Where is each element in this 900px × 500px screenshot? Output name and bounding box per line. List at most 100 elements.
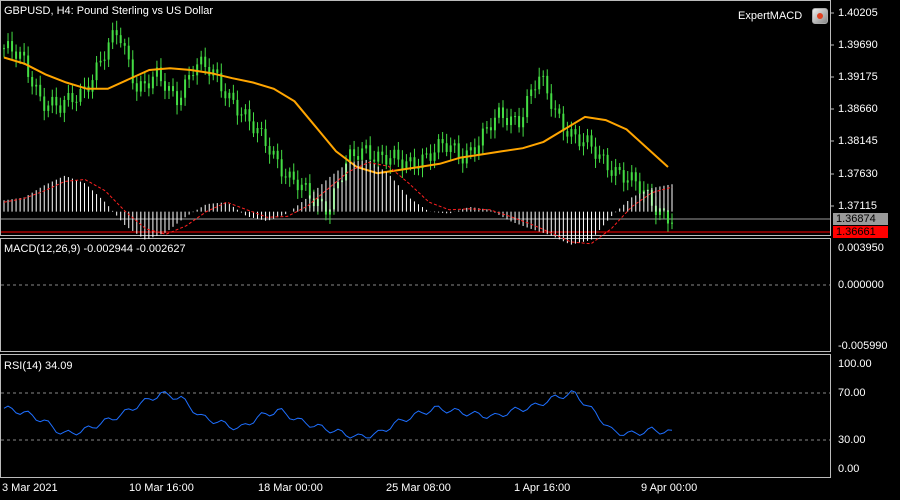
candle-body (163, 81, 166, 91)
candle-body (43, 96, 46, 111)
time-tick: 9 Apr 00:00 (641, 482, 698, 494)
candle-body (39, 84, 42, 97)
candle-body (19, 51, 22, 59)
candle-body (232, 92, 235, 100)
bid-price-badge: 1.36874 (833, 213, 888, 225)
rsi-tick: 70.00 (838, 387, 866, 399)
candle-body (95, 62, 98, 81)
candle-body (461, 157, 464, 164)
candle-body (151, 76, 154, 89)
rsi-tick: 100.00 (838, 358, 872, 370)
candle-body (574, 129, 577, 135)
macd-tick: 0.000000 (838, 279, 884, 291)
candle-body (510, 116, 513, 126)
candle-body (413, 157, 416, 168)
candle-body (566, 131, 569, 137)
candle-body (288, 171, 291, 178)
candle-body (75, 101, 78, 103)
candle-body (79, 88, 82, 102)
candle-body (606, 154, 609, 171)
candle-body (485, 127, 488, 129)
candle-body (15, 51, 18, 59)
candle-body (614, 167, 617, 176)
candle-body (276, 150, 279, 160)
candle-body (252, 121, 255, 134)
candle-body (453, 143, 456, 146)
candle-body (590, 135, 593, 147)
candle-body (23, 51, 26, 56)
macd-tick: -0.005990 (838, 340, 888, 352)
candle-body (184, 79, 187, 98)
candle-body (147, 83, 150, 89)
candle-body (550, 93, 553, 109)
candle-body (469, 147, 472, 151)
candle-body (167, 86, 170, 91)
candle-body (180, 97, 183, 106)
time-tick: 10 Mar 16:00 (129, 482, 194, 494)
candle-body (538, 76, 541, 90)
candle-body (530, 89, 533, 96)
candle-body (272, 150, 275, 155)
candle-body (244, 109, 247, 115)
candle-body (208, 66, 211, 76)
candle-body (377, 151, 380, 162)
candle-body (111, 30, 114, 43)
candle-body (594, 146, 597, 159)
candle-body (501, 107, 504, 118)
candle-body (260, 128, 263, 130)
candle-body (554, 108, 557, 110)
candle-body (381, 151, 384, 155)
candle-body (409, 157, 412, 162)
candle-body (284, 176, 287, 178)
candle-body (196, 64, 199, 76)
candle-body (357, 156, 360, 160)
candle-body (143, 81, 146, 84)
expert-name-label[interactable]: ExpertMACD (738, 10, 802, 23)
candle-body (11, 41, 14, 52)
candle-body (385, 154, 388, 165)
candle-body (304, 183, 307, 185)
candle-body (127, 45, 130, 60)
macd-tick: 0.003950 (838, 242, 884, 254)
candle-body (546, 75, 549, 94)
candle-body (425, 153, 428, 155)
candle-body (626, 180, 629, 183)
candle-body (610, 170, 613, 176)
candle-body (216, 69, 219, 73)
rsi-tick: 0.00 (838, 463, 860, 475)
candle-body (445, 143, 448, 152)
price-tick: 1.39690 (838, 39, 878, 51)
candle-body (389, 158, 392, 165)
candle-body (296, 179, 299, 191)
candle-body (582, 142, 585, 147)
candle-body (103, 59, 106, 61)
candle-body (429, 153, 432, 161)
candle-body (119, 35, 122, 44)
candle-body (107, 42, 110, 60)
candle-body (236, 99, 239, 116)
candle-body (473, 147, 476, 154)
candle-body (598, 154, 601, 159)
candle-body (91, 80, 94, 92)
candle-body (401, 159, 404, 170)
candle-body (534, 89, 537, 91)
candle-body (506, 117, 509, 126)
time-tick: 1 Apr 16:00 (514, 482, 571, 494)
candle-body (280, 159, 283, 177)
candle-body (256, 128, 259, 134)
expert-advisor-icon[interactable] (812, 8, 828, 24)
price-panel[interactable] (0, 0, 831, 236)
candle-body (67, 93, 70, 100)
candle-body (433, 152, 436, 161)
candle-body (204, 56, 207, 67)
rsi-panel[interactable] (0, 354, 831, 478)
candle-body (3, 48, 5, 50)
candle-body (71, 93, 74, 103)
candle-body (449, 145, 452, 152)
time-tick: 18 Mar 00:00 (258, 482, 323, 494)
candle-body (518, 116, 521, 128)
candle-body (200, 56, 203, 65)
chart-symbol-title: GBPUSD, H4: Pound Sterling vs US Dollar (4, 5, 214, 17)
candle-body (671, 222, 673, 224)
candle-body (7, 41, 10, 49)
